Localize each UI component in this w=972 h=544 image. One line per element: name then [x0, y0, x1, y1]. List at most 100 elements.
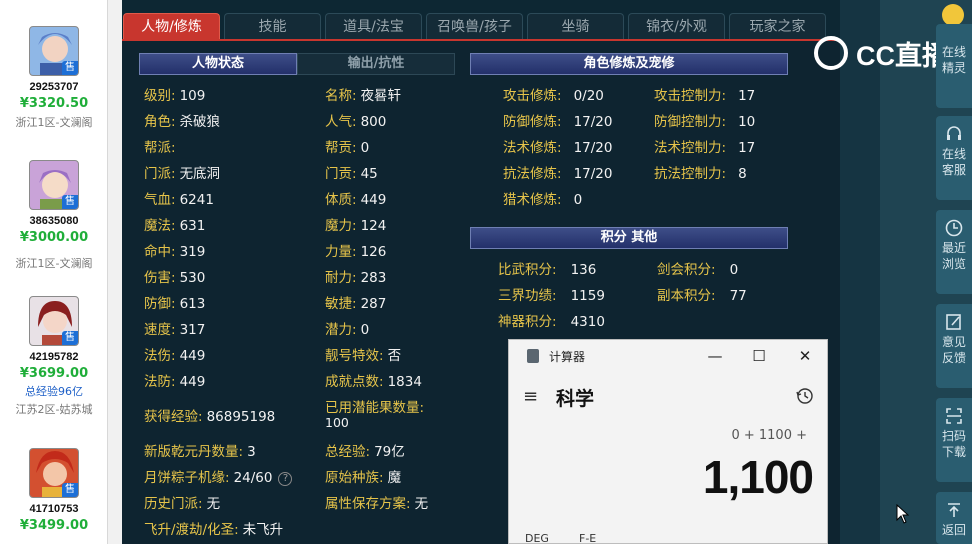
listing-item[interactable]: 售 29253707 ¥3320.50 浙江1区-文澜阁 — [0, 26, 108, 130]
listing-note: 总经验96亿 — [25, 385, 83, 398]
listing-id: 29253707 — [29, 81, 79, 93]
sprite-icon[interactable] — [942, 4, 964, 26]
character-avatar[interactable]: 售 — [29, 160, 79, 210]
tab-items[interactable]: 道具/法宝 — [325, 13, 422, 39]
stat-energy-used-value: 100 — [325, 415, 349, 430]
character-avatar[interactable]: 售 — [29, 296, 79, 346]
stat-level: 级别: 109 — [144, 88, 206, 104]
stat-role: 角色: 杀破狼 — [144, 114, 221, 130]
stat-endurance: 耐力: 283 — [325, 270, 387, 286]
tab-player-home[interactable]: 玩家之家 — [729, 13, 826, 39]
fe-button[interactable]: F-E — [579, 532, 596, 544]
stat-total-exp: 总经验: 79亿 — [325, 444, 405, 460]
tab-summons[interactable]: 召唤兽/孩子 — [426, 13, 523, 39]
tab-outfits[interactable]: 锦衣/外观 — [628, 13, 725, 39]
stat-agility: 敏捷: 287 — [325, 296, 387, 312]
maximize-button[interactable]: ☐ — [739, 344, 779, 368]
section-header-points: 积分 其他 — [470, 227, 788, 249]
cult-resist-control: 抗法控制力: 8 — [654, 166, 747, 182]
tab-mounts[interactable]: 坐骑 — [527, 13, 624, 39]
side-button-download[interactable]: 扫码 下载 — [936, 398, 972, 482]
cult-defense-control: 防御控制力: 10 — [654, 114, 756, 130]
history-icon[interactable] — [795, 386, 815, 406]
listing-price: ¥3320.50 — [19, 96, 89, 111]
clock-icon — [945, 219, 963, 237]
points-realm: 三界功绩: 1159 — [498, 288, 605, 304]
headset-icon — [947, 126, 961, 140]
help-icon[interactable]: ? — [278, 472, 293, 486]
cult-attack: 攻击修炼: 0/20 — [503, 88, 604, 104]
side-button-recent[interactable]: 最近 浏览 — [936, 210, 972, 294]
cult-hunting: 猎术修炼: 0 — [503, 192, 583, 208]
side-button-feedback[interactable]: 意见 反馈 — [936, 304, 972, 388]
stat-mooncake: 月饼粽子机缘: 24/60? — [144, 466, 293, 486]
side-button-service[interactable]: 在线 客服 — [936, 116, 972, 200]
calculator-app-icon — [527, 349, 539, 363]
listing-price: ¥3699.00 — [19, 366, 89, 381]
listing-id: 42195782 — [29, 351, 79, 363]
section-header-cultivation: 角色修炼及宠修 — [470, 53, 788, 75]
calculator-display: 1,100 — [702, 451, 814, 503]
calculator-titlebar[interactable]: 计算器 — ☐ ✕ — [509, 340, 827, 372]
listing-server: 浙江1区-文澜阁 — [15, 257, 93, 270]
cult-defense: 防御修炼: 17/20 — [503, 114, 613, 130]
calculator-expression: 0 + 1100 + — [731, 428, 807, 443]
listing-item[interactable]: 售 38635080 ¥3000.00 浙江1区-文澜阁 — [0, 160, 108, 271]
stat-speed: 速度: 317 — [144, 322, 206, 338]
navigation-menu-icon[interactable]: ≡ — [523, 386, 538, 407]
deg-button[interactable]: DEG — [525, 532, 549, 544]
edit-icon — [946, 314, 961, 330]
stat-pretty-id: 靓号特效: 否 — [325, 348, 402, 364]
sale-tag: 售 — [62, 331, 78, 345]
stat-magic-damage: 法伤: 449 — [144, 348, 206, 364]
character-avatar[interactable]: 售 — [29, 448, 79, 498]
calculator-mode: 科学 — [556, 388, 595, 410]
listing-id: 41710753 — [29, 503, 79, 515]
stat-achievement: 成就点数: 1834 — [325, 374, 422, 390]
cult-resist: 抗法修炼: 17/20 — [503, 166, 613, 182]
sale-tag: 售 — [62, 483, 78, 497]
listing-price: ¥3499.00 — [19, 518, 89, 533]
listing-item[interactable]: 售 41710753 ¥3499.00 — [0, 448, 108, 533]
listing-server: 江苏2区-姑苏城 — [15, 403, 93, 416]
stat-ascension: 飞升/渡劫/化圣: 未飞升 — [144, 522, 284, 538]
points-duel: 比武积分: 136 — [498, 262, 597, 278]
character-avatar[interactable]: 售 — [29, 26, 79, 76]
stat-exp-gained: 获得经验: 86895198 — [144, 409, 276, 425]
cult-magic-control: 法术控制力: 17 — [654, 140, 756, 156]
stat-hit: 命中: 319 — [144, 244, 206, 260]
calculator-window[interactable]: 计算器 — ☐ ✕ ≡ 科学 0 + 1100 + 1,100 DEG F-E — [508, 339, 828, 544]
mouse-cursor-icon — [896, 504, 910, 524]
section-header-status[interactable]: 人物状态 — [139, 53, 297, 75]
stat-constitution: 体质: 449 — [325, 192, 387, 208]
points-dungeon: 副本积分: 77 — [657, 288, 747, 304]
stat-guild-contribution: 帮贡: 0 — [325, 140, 370, 156]
stat-name: 名称: 夜晷轩 — [325, 88, 402, 104]
close-button[interactable]: ✕ — [785, 344, 825, 368]
calculator-title: 计算器 — [549, 350, 586, 364]
side-button-back-to-top[interactable]: 返回 — [936, 492, 972, 544]
page-margin — [840, 0, 880, 544]
top-arrow-icon — [948, 503, 960, 517]
stat-history-school: 历史门派: 无 — [144, 496, 221, 512]
stat-popularity: 人气: 800 — [325, 114, 387, 130]
side-button-sprite[interactable]: 在线 精灵 — [936, 24, 972, 108]
tab-character[interactable]: 人物/修炼 — [123, 13, 220, 39]
stat-hp: 气血: 6241 — [144, 192, 214, 208]
stat-mp: 魔法: 631 — [144, 218, 206, 234]
stat-magic-defense: 法防: 449 — [144, 374, 206, 390]
tab-skills[interactable]: 技能 — [224, 13, 321, 39]
cult-attack-control: 攻击控制力: 17 — [654, 88, 756, 104]
points-sword: 剑会积分: 0 — [657, 262, 739, 278]
minimize-button[interactable]: — — [695, 344, 735, 368]
stat-magic-power: 魔力: 124 — [325, 218, 387, 234]
section-header-resist[interactable]: 输出/抗性 — [297, 53, 455, 75]
listing-id: 38635080 — [29, 215, 79, 227]
stat-qianyuan: 新版乾元丹数量: 3 — [144, 444, 256, 460]
stat-school-contribution: 门贡: 45 — [325, 166, 378, 182]
cc-logo-icon — [814, 36, 848, 70]
points-artifact: 神器积分: 4310 — [498, 314, 605, 330]
stat-defense: 防御: 613 — [144, 296, 206, 312]
listing-item[interactable]: 售 42195782 ¥3699.00 总经验96亿 江苏2区-姑苏城 — [0, 296, 108, 417]
stat-attr-plan: 属性保存方案: 无 — [325, 496, 429, 512]
